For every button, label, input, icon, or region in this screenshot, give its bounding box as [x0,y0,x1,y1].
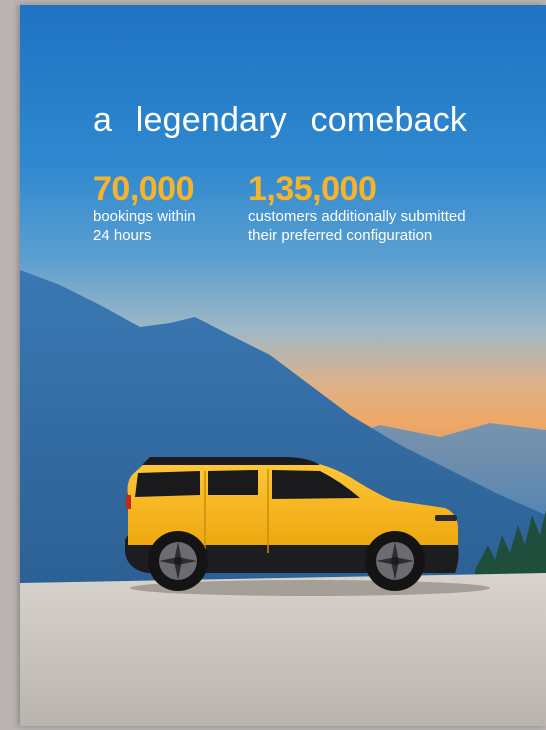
stat-label-line: bookings within [93,208,196,225]
headline: a legendary comeback [93,101,468,139]
stat-label-line: 24 hours [93,227,152,244]
stat-label-line: customers additionally submitted [248,208,466,225]
stat-label-line: their preferred configuration [248,227,433,244]
stat-bookings: 70,000 bookings within 24 hours [93,171,233,245]
poster: a legendary comeback 70,000 bookings wit… [20,5,546,726]
stat-customers: 1,35,000 customers additionally submitte… [248,171,528,245]
rear-wheel [148,531,208,591]
stat-value: 70,000 [93,170,195,208]
front-wheel [365,531,425,591]
ground [20,573,546,726]
stat-value: 1,35,000 [248,170,377,208]
